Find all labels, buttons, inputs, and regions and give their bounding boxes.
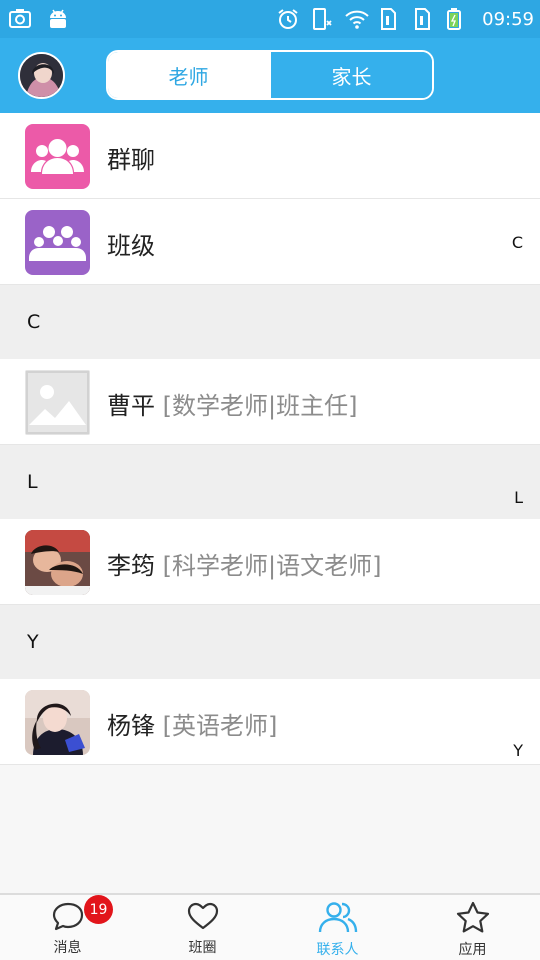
unread-badge: 19 [84,895,113,924]
nav-label-apps: 应用 [458,942,487,958]
wifi-icon [344,7,369,31]
group-chat-icon [25,124,90,189]
alphabet-index-letter[interactable]: C [512,233,523,252]
nav-apps[interactable]: 应用 [405,895,540,960]
sim1-icon [378,7,402,31]
placeholder-image-icon [25,370,90,435]
status-time: 09:59 [482,8,534,30]
nav-label-contacts: 联系人 [316,942,359,958]
contact-name-line: 杨锋 [英语老师] [107,706,277,741]
alphabet-index-letter[interactable]: L [514,488,523,507]
section-header-l: L L [0,445,540,519]
section-header: Y [0,605,540,679]
contact-role: [科学老师|语文老师] [162,552,382,580]
section-letter: L [27,471,38,493]
contact-name: 杨锋 [107,712,155,740]
alphabet-index-letter[interactable]: Y [513,741,523,760]
contact-row[interactable]: 杨锋 [英语老师] Y [0,679,540,765]
nav-class-circle[interactable]: 班圈 [135,895,270,960]
star-icon [456,901,490,937]
nav-messages[interactable]: 消息 19 [0,895,135,960]
nav-contacts[interactable]: 联系人 [270,895,405,960]
tab-parents[interactable]: 家长 [269,52,432,98]
contact-row[interactable]: 曹平 [数学老师|班主任] [0,359,540,445]
heart-icon [186,901,220,935]
my-avatar[interactable] [18,52,65,99]
contact-name: 曹平 [107,392,155,420]
bottom-nav: 消息 19 班圈 联系人 应用 [0,893,540,960]
role-segmented-control: 老师 家长 [106,50,434,100]
sim2-icon [412,7,436,31]
status-bar: 09:59 [0,0,540,38]
contacts-icon [317,901,359,937]
contact-row[interactable]: 李筠 [科学老师|语文老师] [0,519,540,605]
contact-role: [英语老师] [162,712,278,740]
android-icon [46,7,70,31]
tab-teachers[interactable]: 老师 [108,52,269,98]
contact-name-line: 曹平 [数学老师|班主任] [107,386,357,421]
photo-avatar [25,530,90,595]
section-header: C [0,285,540,359]
screenshot-icon [8,7,32,31]
class-icon [25,210,90,275]
group-chat-label: 群聊 [107,146,155,174]
contact-name: 李筠 [107,552,155,580]
contacts-screen: 09:59 老师 家长 群聊 班级 C C 曹平 [数学老师|班主任] L L … [0,0,540,960]
message-icon [52,901,84,935]
nav-label-messages: 消息 [53,940,82,956]
class-entry[interactable]: 班级 C [0,199,540,285]
battery-icon [446,7,470,31]
alarm-icon [276,7,300,31]
contact-role: [数学老师|班主任] [162,392,358,420]
class-label: 班级 [107,232,155,260]
contact-list: 群聊 班级 C C 曹平 [数学老师|班主任] L L 李筠 [科学老师|语文老… [0,113,540,765]
photo-avatar [25,690,90,755]
contact-name-line: 李筠 [科学老师|语文老师] [107,546,381,581]
group-chat-entry[interactable]: 群聊 [0,113,540,199]
sim-call-icon [310,7,334,31]
nav-label-class-circle: 班圈 [188,940,217,956]
header-bar: 老师 家长 [0,38,540,113]
